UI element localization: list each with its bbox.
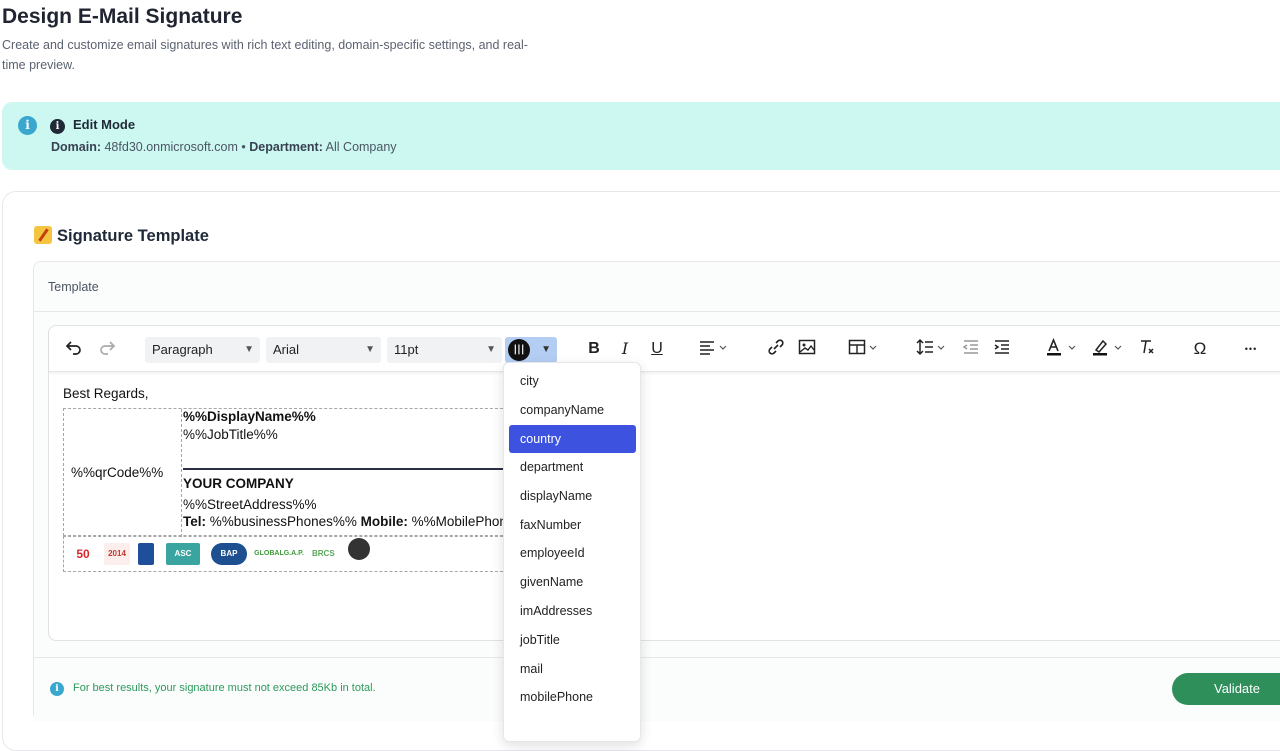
- logo-shield: [138, 543, 154, 565]
- certification-logos: 50 2014 ASC BAP GLOBALG.A.P. BRCS: [63, 536, 513, 572]
- dropdown-item-country[interactable]: country: [509, 425, 636, 453]
- dropdown-item-displayname[interactable]: displayName: [509, 482, 636, 510]
- font-size-value: 11pt: [394, 342, 419, 357]
- company-name: YOUR COMPANY: [183, 476, 294, 491]
- logo-brcs: BRCS: [312, 549, 335, 558]
- font-size-select[interactable]: 11pt ▼: [387, 337, 502, 363]
- size-note: For best results, your signature must no…: [73, 682, 376, 694]
- block-format-select[interactable]: Paragraph ▼: [145, 337, 260, 363]
- qr-code-placeholder: %%qrCode%%: [71, 465, 164, 480]
- card-title: Signature Template: [34, 226, 209, 246]
- info-circle-icon: i: [50, 119, 65, 134]
- align-menu-button[interactable]: [697, 338, 733, 360]
- more-button[interactable]: •••: [1239, 338, 1263, 360]
- dropdown-item-department[interactable]: department: [509, 453, 636, 481]
- logo-globalgap: GLOBALG.A.P.: [254, 550, 304, 557]
- line-height-icon[interactable]: [915, 338, 951, 360]
- chevron-down-icon: ▼: [541, 344, 551, 355]
- info-icon: i: [50, 682, 64, 696]
- indent-icon[interactable]: [990, 338, 1014, 360]
- meta-separator: •: [241, 140, 246, 154]
- template-label: Template: [48, 280, 99, 294]
- logo-award-2014: 2014: [104, 543, 130, 565]
- tel-value: %%businessPhones%%: [209, 514, 357, 529]
- logo-seal: [348, 538, 370, 560]
- department-label: Department:: [249, 140, 323, 154]
- undo-icon[interactable]: [62, 338, 86, 360]
- editor-toolbar: Paragraph ▼ Arial ▼ 11pt ▼ ||| ▼ B I U Ω…: [49, 326, 1280, 372]
- underline-button[interactable]: U: [645, 338, 669, 360]
- department-value: All Company: [325, 140, 397, 154]
- logo-50: 50: [76, 547, 90, 561]
- signature-template-card: Signature Template Template Paragraph ▼ …: [2, 191, 1280, 751]
- merge-field-dropdown: city companyName country department disp…: [503, 362, 641, 742]
- link-icon[interactable]: [764, 338, 788, 360]
- dropdown-item-mail[interactable]: mail: [509, 655, 636, 683]
- validate-button[interactable]: Validate: [1172, 673, 1280, 705]
- memo-icon: [34, 226, 52, 244]
- font-family-value: Arial: [273, 342, 300, 357]
- logo-asc: ASC: [166, 543, 200, 565]
- domain-label: Domain:: [51, 140, 101, 154]
- dropdown-item-faxnumber[interactable]: faxNumber: [509, 511, 636, 539]
- merge-field-icon: |||: [508, 339, 530, 361]
- dropdown-item-companyname[interactable]: companyName: [509, 396, 636, 424]
- special-char-button[interactable]: Ω: [1188, 338, 1212, 360]
- template-footer: i For best results, your signature must …: [34, 657, 1280, 721]
- chevron-down-icon: ▼: [244, 344, 254, 355]
- rich-text-editor: Paragraph ▼ Arial ▼ 11pt ▼ ||| ▼ B I U Ω…: [48, 325, 1280, 641]
- chevron-down-icon: ▼: [365, 344, 375, 355]
- signature-rule: [183, 468, 523, 470]
- card-title-text: Signature Template: [57, 227, 209, 245]
- signature-table: %%qrCode%% %%DisplayName%% %%JobTitle%% …: [63, 408, 538, 537]
- bold-button[interactable]: B: [582, 338, 606, 360]
- banner-meta: Domain: 48fd30.onmicrosoft.com • Departm…: [51, 140, 397, 154]
- clear-format-icon[interactable]: [1135, 338, 1159, 360]
- dropdown-item-imaddresses[interactable]: imAddresses: [509, 597, 636, 625]
- mobile-label: Mobile:: [360, 514, 408, 529]
- edit-mode-banner: i i Edit Mode Domain: 48fd30.onmicrosoft…: [2, 102, 1280, 170]
- logo-bap: BAP: [211, 543, 247, 565]
- redo-icon[interactable]: [95, 338, 119, 360]
- phone-line: Tel: %%businessPhones%% Mobile: %%Mobile…: [183, 514, 538, 529]
- outdent-icon[interactable]: [959, 338, 983, 360]
- divider: [34, 311, 1280, 312]
- edit-mode-title: Edit Mode: [73, 117, 136, 132]
- template-panel: Template Paragraph ▼ Arial ▼ 11pt ▼ ||| …: [33, 261, 1280, 721]
- table-icon[interactable]: [847, 338, 883, 360]
- image-icon[interactable]: [795, 338, 819, 360]
- page-description: Create and customize email signatures wi…: [2, 38, 528, 72]
- dropdown-item-givenname[interactable]: givenName: [509, 568, 636, 596]
- dropdown-item-mobilephone[interactable]: mobilePhone: [509, 683, 636, 711]
- block-format-value: Paragraph: [152, 342, 213, 357]
- italic-button[interactable]: I: [613, 338, 637, 360]
- highlight-icon[interactable]: [1090, 338, 1126, 360]
- domain-value: 48fd30.onmicrosoft.com: [104, 140, 238, 154]
- font-family-select[interactable]: Arial ▼: [266, 337, 381, 363]
- display-name-placeholder: %%DisplayName%%: [183, 409, 316, 424]
- dropdown-item-city[interactable]: city: [509, 367, 636, 395]
- dropdown-item-jobtitle[interactable]: jobTitle: [509, 626, 636, 654]
- page-title: Design E-Mail Signature: [2, 5, 243, 28]
- greeting-text: Best Regards,: [63, 386, 149, 401]
- merge-field-button[interactable]: ||| ▼: [505, 337, 557, 363]
- tel-label: Tel:: [183, 514, 206, 529]
- info-icon: i: [18, 116, 37, 135]
- dropdown-item-employeeid[interactable]: employeeId: [509, 539, 636, 567]
- text-color-icon[interactable]: [1044, 337, 1080, 360]
- qr-code-cell: %%qrCode%%: [64, 409, 182, 537]
- details-cell: %%DisplayName%% %%JobTitle%% YOUR COMPAN…: [182, 409, 538, 537]
- street-address-placeholder: %%StreetAddress%%: [183, 497, 317, 512]
- job-title-placeholder: %%JobTitle%%: [183, 427, 278, 442]
- chevron-down-icon: ▼: [486, 344, 496, 355]
